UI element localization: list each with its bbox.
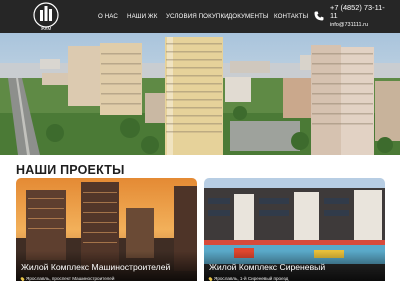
nav-item-contacts[interactable]: КОНТАКТЫ [274,0,308,33]
project-card-address: Ярославль, 1-й Сиреневый проезд [208,276,289,281]
location-pin-icon [208,276,213,281]
phone-icon [314,11,324,21]
project-card-mashinostroiteley[interactable]: Жилой Комплекс Машиностроителей Ярославл… [16,178,197,281]
nav-item-our-complexes[interactable]: НАШИ ЖК [127,0,157,33]
project-card-title[interactable]: Жилой Комплекс Сиреневый [209,262,325,272]
logo[interactable]: ЖКМ [33,2,59,31]
project-card-sirenevy[interactable]: Жилой Комплекс Сиреневый Ярославль, 1-й … [204,178,385,281]
hero-city-photo [0,33,400,155]
email-address[interactable]: info@731111.ru [330,22,368,29]
nav-item-purchase-terms[interactable]: УСЛОВИЯ ПОКУПКИ [166,0,229,33]
location-pin-icon [20,276,25,281]
project-card-title[interactable]: Жилой Комплекс Машиностроителей [21,262,170,272]
site-header: ЖКМ О НАС НАШИ ЖК УСЛОВИЯ ПОКУПКИ ДОКУМЕ… [0,0,400,33]
nav-item-about[interactable]: О НАС [98,0,118,33]
phone-number[interactable]: +7 (4852) 73-11-11 [330,4,392,20]
logo-text: ЖКМ [41,26,52,31]
nav-item-documents[interactable]: ДОКУМЕНТЫ [228,0,269,33]
project-card-address-text: Ярославль, 1-й Сиреневый проезд [214,276,289,281]
project-card-address-text: Ярославль, проспект Машиностроителей [26,276,115,281]
section-title-projects: НАШИ ПРОЕКТЫ [16,163,125,177]
project-card-address: Ярославль, проспект Машиностроителей [20,276,115,281]
